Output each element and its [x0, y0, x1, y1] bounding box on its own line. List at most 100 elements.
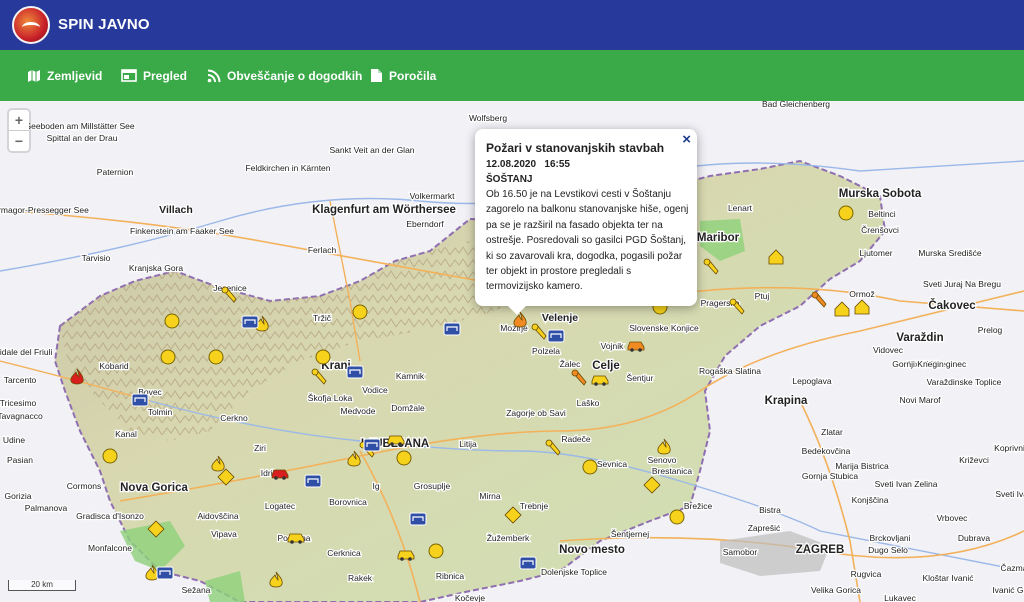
place-label: Samobor — [723, 547, 758, 557]
incident-marker[interactable] — [352, 304, 368, 320]
fire-station-icon[interactable] — [443, 322, 461, 336]
place-label: Aidovščina — [197, 511, 238, 521]
house-marker-icon[interactable] — [834, 301, 850, 317]
fire-station-icon[interactable] — [346, 365, 364, 379]
house-marker-icon[interactable] — [854, 299, 870, 315]
place-label: Udine — [3, 435, 25, 445]
place-label: Novo mesto — [559, 544, 625, 556]
place-label: Vrbovec — [937, 513, 969, 523]
zoom-out-button[interactable]: − — [9, 130, 29, 151]
fire-station-icon[interactable] — [363, 438, 381, 452]
place-label: Seeboden am Millstätter See — [25, 121, 134, 131]
main-nav: Zemljevid Pregled Obveščanje o dogodkih … — [0, 50, 1024, 101]
popup-description: Ob 16.50 je na Levstikovi cesti v Šoštan… — [486, 189, 689, 293]
incident-marker[interactable] — [102, 448, 118, 464]
car-accident-icon[interactable] — [627, 341, 645, 352]
place-label: Bedekovčina — [802, 446, 851, 456]
place-label: Ljutomer — [859, 248, 892, 258]
zoom-in-button[interactable]: + — [9, 110, 29, 130]
place-label: Feldkirchen in Kärnten — [245, 163, 330, 173]
place-label: Vodice — [362, 385, 388, 395]
place-label: Wolfsberg — [469, 113, 507, 123]
place-label: Lepoglava — [792, 376, 832, 386]
place-label: Zaprešić — [748, 523, 781, 533]
place-label: Cormons — [67, 481, 101, 491]
place-label: Varaždinske Toplice — [927, 377, 1002, 387]
place-label: Hermagor-Pressegger See — [0, 205, 89, 215]
fire-station-icon[interactable] — [131, 393, 149, 407]
nav-label: Poročila — [389, 68, 437, 83]
place-label: Cerkno — [220, 413, 248, 423]
nav-pregled[interactable]: Pregled — [121, 50, 187, 101]
incident-marker[interactable] — [582, 459, 598, 475]
place-label: Kanal — [115, 429, 137, 439]
nav-porocila[interactable]: Poročila — [370, 50, 436, 101]
place-label: Vipava — [211, 529, 237, 539]
place-label: Sevnica — [597, 459, 628, 469]
incident-marker[interactable] — [160, 349, 176, 365]
place-label: Gradisca d'Isonzo — [76, 511, 144, 521]
car-accident-icon[interactable] — [387, 435, 405, 446]
nav-zemljevid[interactable]: Zemljevid — [27, 50, 102, 101]
incident-marker[interactable] — [164, 313, 180, 329]
nav-obvescanje[interactable]: Obveščanje o dogodkih — [207, 50, 362, 101]
place-label: Ribnica — [436, 571, 465, 581]
place-label: Kamnik — [396, 371, 425, 381]
place-label: Novi Marof — [899, 395, 941, 405]
place-label: Paternion — [97, 167, 134, 177]
fire-station-icon[interactable] — [519, 556, 537, 570]
place-label: Ig — [372, 481, 379, 491]
incident-marker[interactable] — [428, 543, 444, 559]
place-label: Murska Sobota — [839, 188, 922, 200]
place-label: Rakek — [348, 573, 373, 583]
place-label: Nova Gorica — [120, 482, 188, 494]
incident-marker[interactable] — [396, 450, 412, 466]
place-label: Ptuj — [755, 291, 770, 301]
place-label: Krapina — [765, 395, 808, 407]
place-label: Pasian — [7, 455, 33, 465]
incident-marker[interactable] — [208, 349, 224, 365]
popup-title: Požari v stanovanjskih stavbah — [486, 141, 665, 155]
place-label: Ziri — [254, 443, 266, 453]
place-label: Lenart — [728, 203, 753, 213]
place-label: Tržič — [313, 313, 332, 323]
car-accident-icon[interactable] — [287, 533, 305, 544]
place-label: Logatec — [265, 501, 296, 511]
fire-station-icon[interactable] — [241, 315, 259, 329]
place-label: Dugo Selo — [868, 545, 908, 555]
fire-station-icon[interactable] — [156, 566, 174, 580]
window-icon — [121, 69, 137, 82]
place-label: Gorizia — [5, 491, 32, 501]
car-accident-icon[interactable] — [591, 375, 609, 386]
app-logo[interactable] — [12, 6, 50, 44]
place-label: Beltinci — [868, 209, 896, 219]
place-label: Dolenjske Toplice — [541, 567, 607, 577]
place-label: Eberndorf — [406, 219, 444, 229]
place-label: Črenšovci — [861, 225, 899, 235]
place-label: Vojnik — [601, 341, 624, 351]
place-label: Villach — [159, 204, 193, 216]
place-label: Cerknica — [327, 548, 361, 558]
fire-station-icon[interactable] — [547, 329, 565, 343]
place-label: Marija Bistrica — [835, 461, 889, 471]
place-label: Velika Gorica — [811, 585, 861, 595]
place-label: Senovo — [648, 455, 677, 465]
incident-marker[interactable] — [838, 205, 854, 221]
incident-marker[interactable] — [669, 509, 685, 525]
place-label: Konjščina — [852, 495, 889, 505]
popup-close-button[interactable]: × — [682, 131, 691, 148]
car-accident-icon[interactable] — [271, 469, 289, 480]
nav-label: Zemljevid — [47, 68, 103, 83]
car-accident-icon[interactable] — [397, 550, 415, 561]
fire-station-icon[interactable] — [304, 474, 322, 488]
map-view[interactable]: Seeboden am Millstätter See Spittal an de… — [0, 101, 1024, 602]
technical-intervention-icon[interactable] — [811, 291, 827, 308]
popup-location: ŠOŠTANJ — [486, 174, 533, 185]
place-label: Tarvisio — [82, 253, 111, 263]
place-label: Polzela — [532, 346, 560, 356]
incident-marker[interactable] — [315, 349, 331, 365]
fire-station-icon[interactable] — [409, 512, 427, 526]
place-label: Medvode — [341, 406, 376, 416]
place-label: Borovnica — [329, 497, 367, 507]
place-label: Škofja Loka — [308, 393, 353, 403]
